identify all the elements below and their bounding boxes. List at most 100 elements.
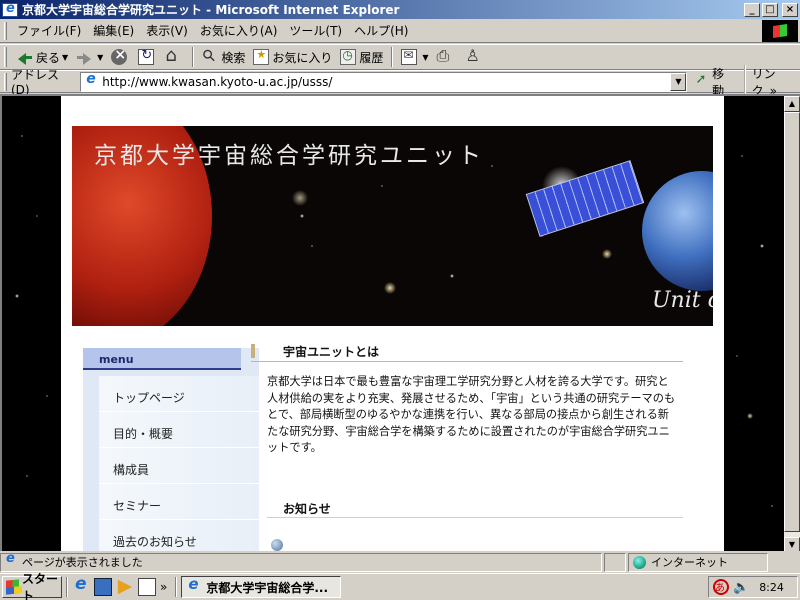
search-icon <box>202 49 218 65</box>
menu-view[interactable]: 表示(V) <box>140 22 194 39</box>
page-content: 京都大学宇宙総合学研究ユニット Unit o menu トップページ 目的・概要… <box>61 96 724 551</box>
page-done-icon <box>4 551 18 569</box>
menu-edit[interactable]: 編集(E) <box>87 22 140 39</box>
satellite-image <box>525 160 645 237</box>
menu-header: menu <box>83 348 241 370</box>
favorites-button[interactable]: お気に入り <box>249 46 336 68</box>
system-tray: 🔈 8:24 <box>708 576 798 598</box>
quicklaunch-media-icon[interactable] <box>117 579 133 595</box>
mail-icon <box>401 48 418 65</box>
side-menu: menu トップページ 目的・概要 構成員 セミナー 過去のお知らせ <box>83 348 259 551</box>
address-label: アドレス(D) <box>10 68 59 97</box>
menu-file[interactable]: ファイル(F) <box>11 22 87 39</box>
address-dropdown-icon[interactable]: ▼ <box>670 72 687 91</box>
forward-dropdown-icon[interactable]: ▼ <box>97 53 103 62</box>
stop-icon <box>111 47 128 65</box>
banner-title: 京都大学宇宙総合学研究ユニット <box>94 143 484 169</box>
addressbar-grip[interactable] <box>4 72 7 91</box>
menu-link-seminar[interactable]: セミナー <box>99 484 259 520</box>
back-button[interactable]: 戻る ▼ <box>13 46 72 68</box>
forward-button[interactable]: ▼ <box>72 46 107 68</box>
taskbar: スタート » 京都大学宇宙総合学... 🔈 8:24 <box>0 572 800 600</box>
scroll-up-button[interactable]: ▲ <box>784 96 800 112</box>
forward-arrow-icon <box>76 49 92 65</box>
internet-zone-icon <box>633 555 646 569</box>
task-label: 京都大学宇宙総合学... <box>206 580 329 595</box>
messenger-button[interactable] <box>460 46 487 68</box>
menu-help[interactable]: ヘルプ(H) <box>348 22 414 39</box>
windows-flag-icon <box>6 579 19 595</box>
refresh-button[interactable] <box>134 46 161 68</box>
vertical-scrollbar[interactable]: ▲ ▼ <box>784 96 800 551</box>
mail-button[interactable]: ▼ <box>397 46 432 68</box>
news-bullet-icon <box>271 539 283 551</box>
back-label: 戻る <box>36 50 61 65</box>
search-button[interactable]: 検索 <box>198 46 249 68</box>
history-label: 履歴 <box>359 50 384 65</box>
go-arrow-icon <box>695 72 709 89</box>
minimize-button[interactable]: _ <box>744 2 760 17</box>
menubar-grip[interactable] <box>4 21 7 40</box>
search-label: 検索 <box>221 50 246 65</box>
messenger-icon <box>464 46 480 65</box>
volume-icon[interactable]: 🔈 <box>733 580 749 595</box>
taskbar-separator <box>175 577 178 597</box>
news-title: お知らせ <box>283 502 331 516</box>
status-text: ページが表示されました <box>22 556 143 569</box>
menu-link-purpose[interactable]: 目的・概要 <box>99 412 259 448</box>
stop-button[interactable] <box>107 46 134 68</box>
menu-link-past-news[interactable]: 過去のお知らせ <box>99 520 259 551</box>
header-banner: 京都大学宇宙総合学研究ユニット Unit o <box>72 126 713 326</box>
favorites-label: お気に入り <box>272 50 333 65</box>
home-button[interactable] <box>161 45 188 68</box>
quicklaunch-notepad-icon[interactable] <box>138 578 156 596</box>
menu-link-members[interactable]: 構成員 <box>99 448 259 484</box>
mail-dropdown-icon[interactable]: ▼ <box>422 53 428 62</box>
window-title: 京都大学宇宙総合学研究ユニット - Microsoft Internet Exp… <box>22 3 400 17</box>
ime-icon[interactable] <box>713 579 729 595</box>
print-button[interactable] <box>433 46 460 68</box>
refresh-icon <box>138 48 155 65</box>
toolbar-grip[interactable] <box>4 47 7 67</box>
zone-text: インターネット <box>651 556 728 569</box>
ie-task-icon <box>186 577 202 595</box>
news-heading: お知らせ <box>267 498 683 518</box>
back-dropdown-icon[interactable]: ▼ <box>62 53 68 62</box>
about-title: 宇宙ユニットとは <box>283 345 380 359</box>
taskbar-window-button[interactable]: 京都大学宇宙総合学... <box>181 576 342 598</box>
taskbar-separator <box>66 577 68 597</box>
start-button[interactable]: スタート <box>2 572 62 600</box>
menu-tools[interactable]: ツール(T) <box>283 22 348 39</box>
quicklaunch-ie-icon[interactable] <box>72 574 90 596</box>
earth-image <box>642 171 713 291</box>
scroll-thumb[interactable] <box>784 112 800 532</box>
back-arrow-icon <box>17 49 33 65</box>
history-button[interactable]: 履歴 <box>336 46 387 68</box>
start-label: スタート <box>22 572 59 600</box>
maximize-button[interactable]: □ <box>762 2 778 17</box>
favorites-icon <box>253 48 270 65</box>
address-input[interactable] <box>102 74 663 89</box>
scroll-down-button[interactable]: ▼ <box>784 537 800 551</box>
close-button[interactable]: × <box>782 2 798 17</box>
about-text: 京都大学は日本で最も豊富な宇宙理工学研究分野と人材を誇る大学です。研究と人材供給… <box>267 375 676 454</box>
menu-link-top[interactable]: トップページ <box>99 376 259 412</box>
clock[interactable]: 8:24 <box>759 581 784 594</box>
status-bar: ページが表示されました インターネット <box>0 551 800 573</box>
heading-accent-bar <box>251 344 255 358</box>
banner-subtitle: Unit o <box>652 288 713 313</box>
address-field[interactable]: ▼ <box>80 71 688 92</box>
windows-logo-icon <box>762 20 798 42</box>
quicklaunch-desktop-icon[interactable] <box>94 578 112 596</box>
browser-viewport: 京都大学宇宙総合学研究ユニット Unit o menu トップページ 目的・概要… <box>0 94 800 551</box>
ie-app-icon[interactable] <box>2 1 18 17</box>
about-heading: 宇宙ユニットとは <box>251 342 683 362</box>
status-text-cell: ページが表示されました <box>0 551 602 572</box>
print-icon <box>437 46 453 66</box>
quicklaunch-more-icon[interactable]: » <box>160 580 167 594</box>
menu-favorites[interactable]: お気に入り(A) <box>194 22 284 39</box>
history-icon <box>340 48 357 65</box>
home-icon <box>165 45 181 66</box>
status-blank-cell <box>604 552 626 572</box>
standard-toolbar: 戻る ▼ ▼ 検索 お気に入り 履歴 ▼ <box>0 44 800 70</box>
